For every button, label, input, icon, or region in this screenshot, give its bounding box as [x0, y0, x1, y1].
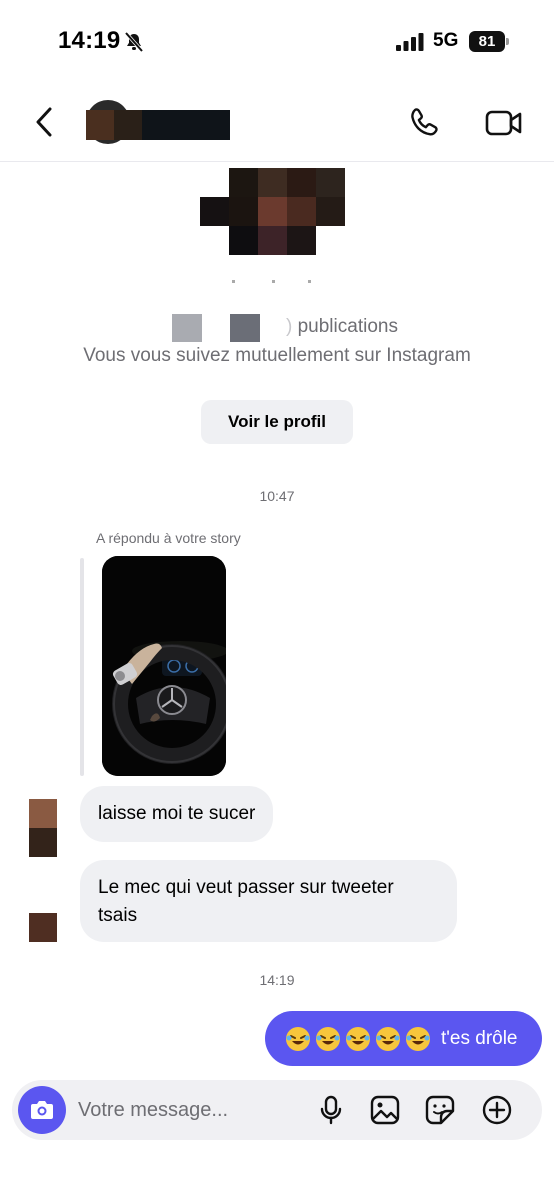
message-text-line: tsais [98, 905, 138, 926]
story-reply-label: A répondu à votre story [96, 530, 241, 546]
battery-level: 81 [469, 31, 505, 52]
microphone-icon[interactable] [314, 1093, 348, 1127]
story-thumbnail[interactable] [102, 556, 226, 776]
timestamp: 14:19 [259, 972, 295, 988]
rolling-laughing-emoji-icon [376, 1026, 400, 1051]
chat-header [0, 80, 554, 162]
rolling-laughing-emoji-icon [346, 1026, 370, 1051]
steering-wheel-photo [102, 556, 226, 776]
sender-avatar-redacted[interactable] [29, 913, 57, 942]
status-time: 14:19 [58, 27, 121, 54]
video-camera-icon[interactable] [484, 106, 524, 140]
message-text: t'es drôle [441, 1027, 518, 1049]
rolling-laughing-emoji-icon [316, 1026, 340, 1051]
reply-indicator-bar [80, 558, 84, 776]
username-redacted [232, 280, 311, 283]
redacted-block [172, 314, 202, 342]
message-bubble-incoming[interactable]: Le mec qui veut passer sur tweeter tsais [80, 860, 457, 942]
bell-slash-icon [124, 31, 144, 53]
sticker-icon[interactable] [423, 1093, 457, 1127]
message-text-line: Le mec qui veut passer sur tweeter [98, 877, 394, 898]
mutual-follow-text: Vous vous suivez mutuellement sur Instag… [83, 345, 471, 366]
contact-name-redacted[interactable] [86, 110, 230, 140]
message-composer [12, 1080, 542, 1140]
camera-button[interactable] [18, 1086, 66, 1134]
image-icon[interactable] [368, 1093, 402, 1127]
back-chevron-icon[interactable] [30, 104, 60, 140]
view-profile-button[interactable]: Voir le profil [201, 400, 353, 444]
message-text: laisse moi te sucer [98, 803, 256, 824]
phone-icon[interactable] [406, 106, 442, 142]
network-type: 5G [433, 30, 459, 51]
redacted-block [230, 314, 260, 342]
rolling-laughing-emoji-icon [406, 1026, 430, 1051]
profile-stats: ) publications [0, 312, 554, 342]
message-bubble-outgoing[interactable]: t'es drôle [265, 1011, 542, 1066]
signal-icon [396, 33, 424, 51]
publications-count: ) publications [286, 316, 398, 337]
battery-icon: 81 [469, 31, 509, 52]
status-bar: 14:19 5G 81 [0, 0, 554, 80]
message-input[interactable] [78, 1096, 308, 1124]
rolling-laughing-emoji-icon [286, 1026, 310, 1051]
add-icon[interactable] [480, 1093, 514, 1127]
camera-icon [31, 1101, 53, 1119]
battery-tip [506, 38, 509, 45]
sender-avatar-redacted[interactable] [29, 799, 57, 857]
timestamp: 10:47 [259, 488, 295, 504]
message-bubble-incoming[interactable]: laisse moi te sucer [80, 786, 274, 842]
profile-picture-redacted[interactable] [200, 168, 345, 260]
